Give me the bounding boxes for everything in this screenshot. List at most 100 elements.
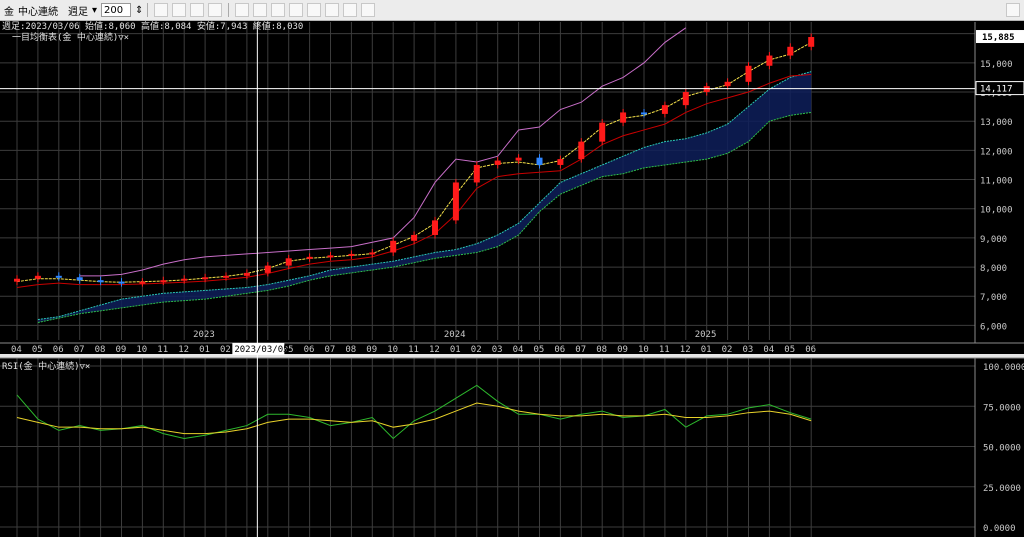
chart-toolbar: 金 中心連続 週足 ▾ ⇕	[0, 0, 1024, 21]
candle-body	[661, 105, 668, 114]
year-label: 2025	[695, 330, 717, 340]
bar-type-icon[interactable]	[235, 3, 250, 17]
month-tick-label: 08	[596, 345, 607, 355]
month-tick-label: 11	[659, 345, 670, 355]
month-tick-label: 04	[513, 345, 524, 355]
ichimoku-icon[interactable]	[289, 3, 304, 17]
month-tick-label: 03	[743, 345, 754, 355]
indicator-label[interactable]: 一目均衡表(金 中心連続)▽×	[12, 31, 129, 43]
pin-icon[interactable]	[1006, 3, 1020, 17]
zoom-icon[interactable]	[343, 3, 358, 17]
hand-icon[interactable]	[172, 3, 187, 17]
fibonacci-icon[interactable]	[208, 3, 223, 17]
rsi-tick-label: 100.0000	[983, 363, 1024, 373]
refresh-icon[interactable]	[361, 3, 376, 17]
candle-body	[536, 157, 543, 165]
candle-body	[432, 220, 438, 235]
candle-body	[55, 275, 62, 278]
candle-body	[390, 240, 397, 253]
period-dropdown-icon[interactable]: ▾	[92, 5, 97, 16]
candle-body	[682, 92, 689, 106]
month-tick-label: 05	[32, 345, 43, 355]
rsi-tick-label: 75.0000	[983, 403, 1021, 413]
month-tick-label: 10	[387, 345, 398, 355]
candle-body	[160, 280, 167, 283]
price-tick-label: 9,000	[980, 235, 1007, 245]
last-price-label: 15,885	[982, 33, 1015, 43]
month-tick-label: 03	[492, 345, 503, 355]
month-tick-label: 08	[95, 345, 106, 355]
month-tick-label: 06	[805, 345, 816, 355]
candle-body	[641, 112, 647, 115]
candle-body	[369, 252, 376, 255]
candle-body	[34, 275, 41, 279]
month-tick-label: 05	[534, 345, 545, 355]
volume-icon[interactable]	[307, 3, 322, 17]
rsi-label[interactable]: RSI(金 中心連続)▽×	[2, 360, 90, 372]
candle-icon[interactable]	[271, 3, 286, 17]
price-tick-label: 15,000	[980, 60, 1013, 70]
month-tick-label: 09	[617, 345, 628, 355]
chart-axes: 6,000 7,000 8,000 9,000 10,000 11,000 12,000 13…	[0, 22, 1024, 537]
period-label[interactable]: 週足	[68, 3, 88, 18]
month-tick-label: 01	[701, 345, 712, 355]
month-tick-label: 09	[116, 345, 127, 355]
candle-body	[97, 280, 104, 283]
trendline-icon[interactable]	[190, 3, 205, 17]
price-tick-label: 13,000	[980, 118, 1013, 128]
month-tick-label: 07	[74, 345, 85, 355]
year-label: 2023	[193, 330, 215, 340]
price-tick-label: 7,000	[980, 293, 1007, 303]
month-tick-label: 02	[722, 345, 733, 355]
chart-type-icon[interactable]	[253, 3, 268, 17]
candle-body	[808, 37, 815, 47]
month-tick-label: 12	[429, 345, 440, 355]
price-tick-label: 12,000	[980, 147, 1013, 157]
month-tick-label: 12	[680, 345, 691, 355]
candle-body	[473, 164, 480, 183]
candle-body	[139, 281, 146, 284]
candle-body	[599, 122, 606, 142]
bar-count-stepper-icon[interactable]: ⇕	[135, 5, 143, 16]
candle-body	[411, 234, 418, 241]
crosshair-price-label: 14,117	[980, 85, 1013, 95]
candle-body	[620, 112, 627, 123]
month-tick-label: 05	[784, 345, 795, 355]
month-tick-label: 01	[450, 345, 461, 355]
month-tick-label: 02	[471, 345, 482, 355]
candle-body	[348, 253, 355, 256]
candle-body	[557, 159, 564, 165]
candle-body	[14, 278, 20, 282]
price-tick-label: 8,000	[980, 264, 1007, 274]
rsi-tick-label: 25.0000	[983, 484, 1021, 494]
cursor-icon[interactable]	[154, 3, 169, 17]
panel-divider	[0, 354, 1024, 358]
chart-grid	[0, 22, 975, 537]
month-tick-label: 10	[136, 345, 147, 355]
candle-body	[724, 81, 731, 87]
candle-body	[327, 255, 334, 258]
month-tick-label: 06	[554, 345, 565, 355]
month-tick-label: 12	[178, 345, 189, 355]
settings-icon[interactable]	[325, 3, 340, 17]
candle-body	[306, 256, 313, 259]
bar-count-input[interactable]	[101, 3, 132, 17]
instrument-label[interactable]: 金	[4, 3, 14, 18]
candle-body	[264, 265, 271, 273]
candle-body	[515, 157, 522, 161]
contract-label[interactable]: 中心連続	[18, 3, 58, 18]
month-tick-label: 07	[325, 345, 336, 355]
month-tick-label: 11	[157, 345, 168, 355]
rsi-tick-label: 0.0000	[983, 524, 1016, 534]
chart-area[interactable]: 6,000 7,000 8,000 9,000 10,000 11,000 12,000 13…	[0, 20, 1024, 537]
candle-body	[787, 46, 794, 56]
month-tick-label: 10	[638, 345, 649, 355]
month-tick-label: 09	[366, 345, 377, 355]
candle-body	[181, 278, 188, 281]
info-line: 週足:2023/03/06 始値:8,060 高値:8,084 安値:7,943…	[2, 20, 303, 32]
candle-body	[745, 65, 752, 82]
candle-body	[243, 272, 250, 276]
candle-body	[76, 277, 83, 281]
month-tick-label: 07	[575, 345, 586, 355]
toolbar-separator	[228, 3, 230, 17]
